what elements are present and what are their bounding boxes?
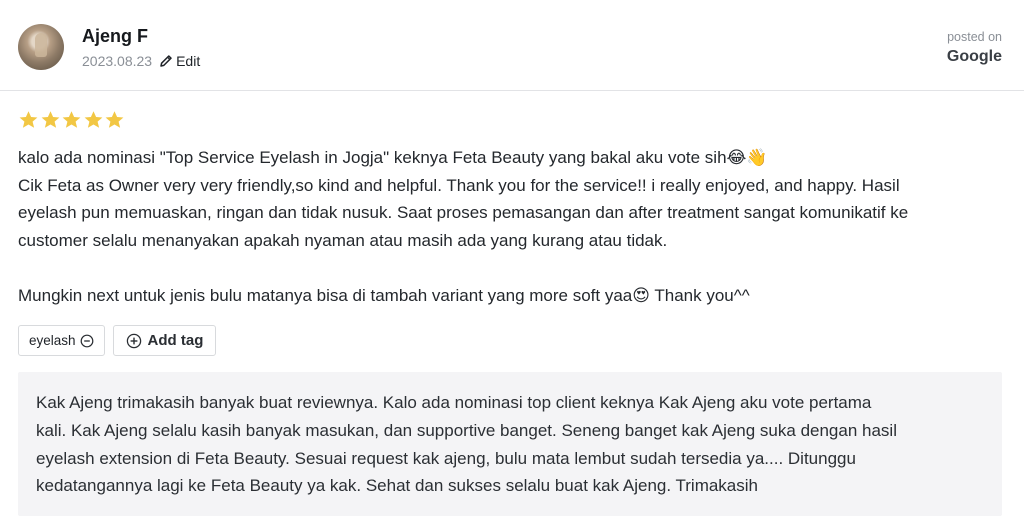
review-source: Google bbox=[946, 48, 1002, 65]
review-text-line: eyelash pun memuaskan, ringan dan tidak … bbox=[18, 203, 909, 222]
review-date: 2023.08.23 bbox=[82, 53, 153, 69]
plus-circle-icon bbox=[126, 333, 148, 349]
avatar bbox=[18, 24, 64, 70]
star-icon bbox=[84, 111, 102, 128]
reply-text: Kak Ajeng trimakasih banyak buat reviewn… bbox=[36, 389, 984, 500]
reply-text-line: Kak Ajeng trimakasih banyak buat reviewn… bbox=[36, 393, 872, 412]
star-icon bbox=[105, 111, 124, 128]
tag-eyelash[interactable]: eyelash bbox=[18, 325, 105, 356]
star-rating bbox=[18, 110, 126, 130]
reply-text-line: kedatangannya lagi ke Feta Beauty ya kak… bbox=[36, 476, 758, 496]
star-icon bbox=[19, 111, 38, 128]
review-text-line: Mungkin next untuk jenis bulu matanya bi… bbox=[18, 285, 750, 305]
reply-text-line: kali. Kak Ajeng selalu kasih banyak masu… bbox=[36, 420, 897, 440]
tag-label: eyelash bbox=[29, 333, 76, 348]
pencil-icon bbox=[159, 54, 176, 68]
review-text: kalo ada nominasi "Top Service Eyelash i… bbox=[18, 144, 1008, 309]
add-tag-button[interactable]: Add tag bbox=[112, 325, 217, 356]
tag-bar: eyelash Add tag bbox=[18, 325, 217, 356]
star-icon bbox=[62, 111, 81, 128]
edit-button[interactable]: Edit bbox=[159, 53, 200, 69]
review-header: Ajeng F 2023.08.23 Edit posted on Google bbox=[0, 0, 1024, 91]
minus-circle-icon[interactable] bbox=[76, 334, 94, 348]
edit-label: Edit bbox=[176, 53, 201, 69]
reviewer-name: Ajeng F bbox=[82, 26, 148, 46]
review-text-line: customer selalu menanyakan apakah nyaman… bbox=[18, 230, 668, 250]
review-text-line: kalo ada nominasi "Top Service Eyelash i… bbox=[18, 148, 768, 167]
owner-reply: Kak Ajeng trimakasih banyak buat reviewn… bbox=[18, 372, 1002, 516]
star-icon bbox=[41, 111, 59, 128]
posted-on-label: posted on bbox=[947, 30, 1002, 44]
reply-text-line: eyelash extension di Feta Beauty. Sesuai… bbox=[36, 448, 856, 468]
add-tag-label: Add tag bbox=[147, 332, 204, 349]
review-text-line: Cik Feta as Owner very very friendly,so … bbox=[18, 175, 900, 195]
review-meta: 2023.08.23 Edit bbox=[82, 53, 200, 69]
